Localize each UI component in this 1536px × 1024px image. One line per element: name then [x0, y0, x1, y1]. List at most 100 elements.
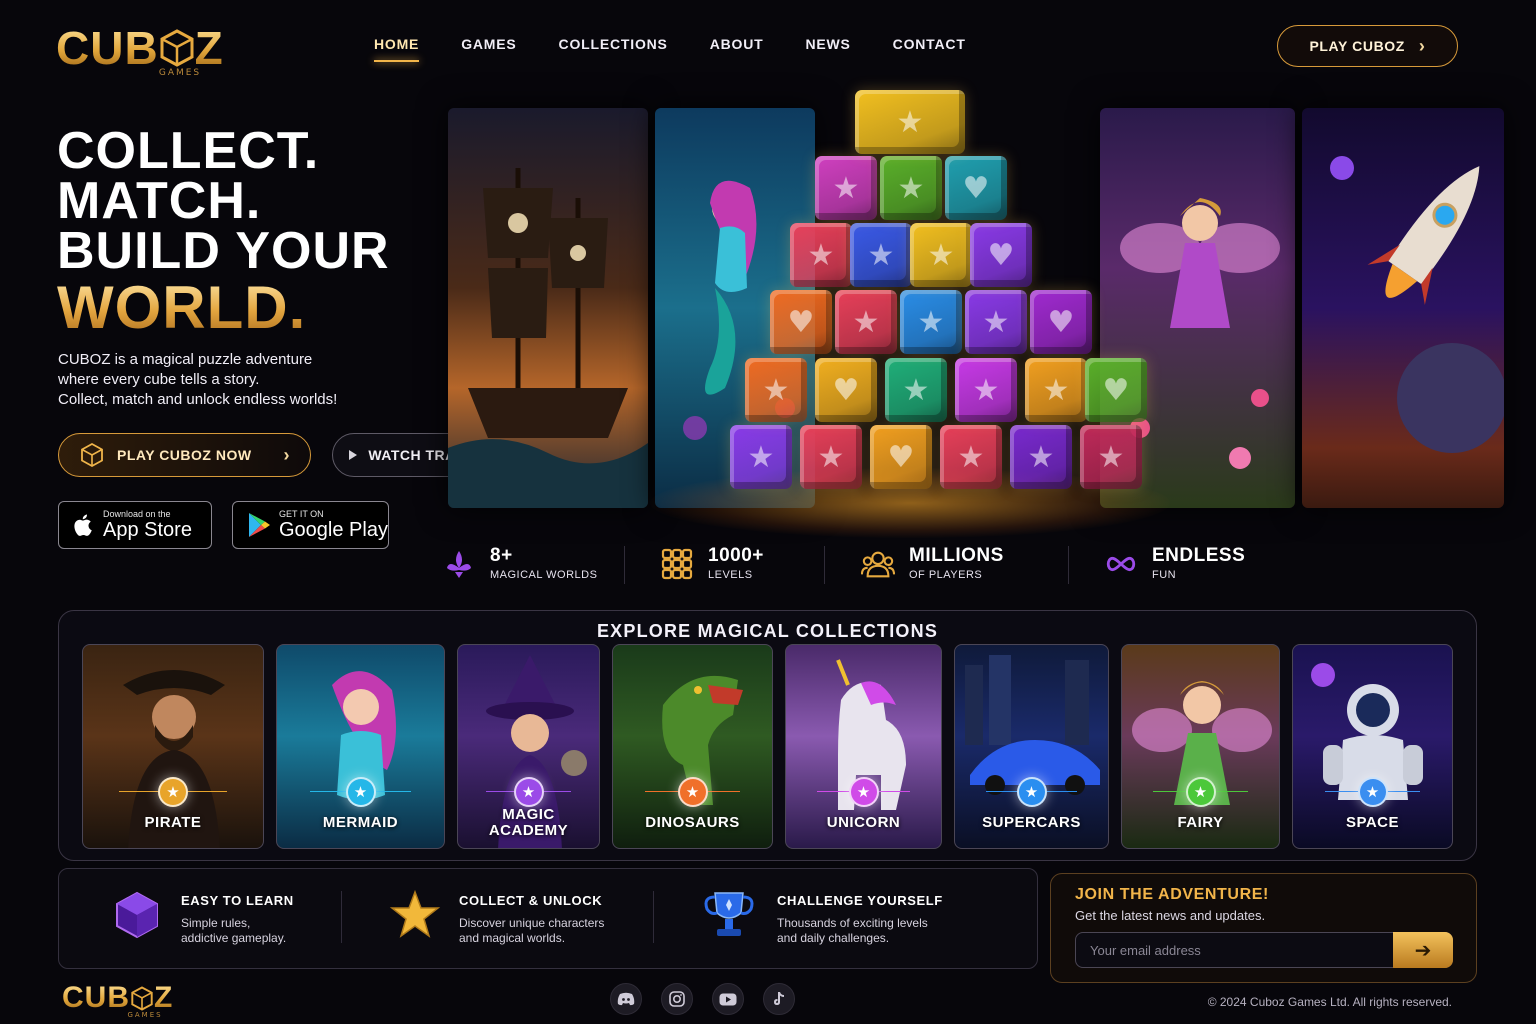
card-label-line-1: MAGIC — [502, 806, 555, 823]
cube-logo-icon — [160, 29, 194, 67]
nav-games[interactable]: GAMES — [461, 36, 516, 62]
tiktok-icon[interactable] — [763, 983, 795, 1015]
copyright-text: © 2024 Cuboz Games Ltd. All rights reser… — [1207, 995, 1452, 1009]
feature-desc-line: Discover unique characters — [459, 916, 605, 930]
play-now-label: PLAY CUBOZ NOW — [117, 447, 252, 463]
google-play-button[interactable]: GET IT ON Google Play — [232, 501, 389, 549]
feature-title: CHALLENGE YOURSELF — [777, 893, 943, 908]
puzzle-cube: ★ — [1010, 425, 1072, 489]
collection-card-dinosaurs[interactable]: ★ DINOSAURS — [612, 644, 773, 849]
card-label: PIRATE — [144, 814, 202, 831]
apple-icon — [74, 514, 92, 536]
feature-collect: COLLECT & UNLOCK Discover unique charact… — [389, 889, 604, 946]
star-badge-icon: ★ — [1185, 777, 1216, 807]
newsletter-panel: JOIN THE ADVENTURE! Get the latest news … — [1050, 873, 1477, 983]
footer-logo[interactable]: CUB Z GAMES — [62, 982, 180, 1019]
brand-name-left: CUB — [62, 981, 130, 1014]
cube-icon — [81, 442, 103, 468]
collection-card-unicorn[interactable]: ★ UNICORN — [785, 644, 942, 849]
collections-title: EXPLORE MAGICAL COLLECTIONS — [596, 621, 939, 641]
card-label: DINOSAURS — [645, 814, 740, 831]
stat-label: OF PLAYERS — [909, 569, 983, 581]
youtube-icon[interactable] — [712, 983, 744, 1015]
hero-description: CUBOZ is a magical puzzle adventure wher… — [58, 350, 418, 410]
star-badge-icon: ★ — [1357, 777, 1388, 807]
header-play-button[interactable]: PLAY CUBOZ › — [1277, 25, 1458, 67]
card-label: SPACE — [1345, 814, 1400, 831]
stat-divider — [824, 546, 825, 584]
nav-contact[interactable]: CONTACT — [893, 36, 966, 62]
hero-title: COLLECT. MATCH. BUILD YOUR WORLD. — [57, 122, 390, 340]
trophy-icon — [704, 892, 754, 936]
cube-tower: ★ ★ ♥ ★ ★ ★ ★ ♥ ★ ★ ★ ♥ ♥ ★ ★ ★ ♥ ★ ★ ★ ♥ ★ ★ ♥ ★ — [440, 88, 1510, 548]
hero-line-1: COLLECT. — [57, 122, 320, 180]
hero-desc-line-3: Collect, match and unlock endless worlds… — [58, 391, 338, 408]
puzzle-cube: ★ — [955, 358, 1017, 422]
cube-logo-icon — [131, 985, 153, 1011]
header-play-label: PLAY CUBOZ — [1309, 38, 1405, 54]
newsletter-submit-button[interactable]: ➔ — [1393, 932, 1453, 968]
puzzle-cube: ★ — [900, 290, 962, 354]
collection-card-magic-academy[interactable]: ★ MAGIC ACADEMY — [457, 644, 600, 849]
puzzle-cube: ★ — [940, 425, 1002, 489]
discord-icon[interactable] — [610, 983, 642, 1015]
star-badge-icon: ★ — [345, 777, 376, 807]
puzzle-cube: ♥ — [870, 425, 932, 489]
hero-desc-line-1: CUBOZ is a magical puzzle adventure — [58, 351, 313, 368]
nav-collections[interactable]: COLLECTIONS — [559, 36, 668, 62]
puzzle-cube: ★ — [885, 358, 947, 422]
stat-label: MAGICAL WORLDS — [490, 569, 598, 581]
social-links — [610, 983, 795, 1015]
collection-card-pirate[interactable]: ★ PIRATE — [82, 644, 264, 849]
nav-home[interactable]: HOME — [374, 36, 420, 62]
card-label: MAGIC ACADEMY — [458, 807, 599, 839]
feature-desc-line: and magical worlds. — [459, 931, 566, 945]
stat-value: 8+ — [490, 545, 513, 566]
collection-card-fairy[interactable]: ★ FAIRY — [1121, 644, 1280, 849]
brand-logo[interactable]: CUB Z GAMES — [56, 24, 276, 84]
puzzle-cube: ♥ — [970, 223, 1032, 287]
nav-news[interactable]: NEWS — [805, 36, 850, 62]
puzzle-cube: ★ — [815, 156, 877, 220]
play-now-button[interactable]: PLAY CUBOZ NOW › — [58, 433, 311, 477]
stat-value: ENDLESS — [1152, 545, 1246, 566]
puzzle-cube: ♥ — [815, 358, 877, 422]
puzzle-cube: ★ — [730, 425, 792, 489]
collection-card-mermaid[interactable]: ★ MERMAID — [276, 644, 445, 849]
puzzle-cube: ★ — [1025, 358, 1087, 422]
brand-name-right: Z — [194, 22, 224, 74]
puzzle-cube: ★ — [855, 90, 965, 154]
feature-desc-line: Simple rules, — [181, 916, 251, 930]
hero-line-2: MATCH. — [57, 172, 262, 230]
star-badge-icon: ★ — [1016, 777, 1047, 807]
stat-worlds: 8+ MAGICAL WORLDS — [442, 546, 597, 581]
stat-levels: 1000+ LEVELS — [660, 546, 764, 581]
google-play-small: GET IT ON — [279, 509, 324, 519]
nav-about[interactable]: ABOUT — [710, 36, 764, 62]
newsletter-subtitle: Get the latest news and updates. — [1075, 908, 1266, 923]
puzzle-cube: ★ — [745, 358, 807, 422]
app-store-big: App Store — [103, 519, 192, 541]
features-panel: EASY TO LEARN Simple rules, addictive ga… — [58, 868, 1038, 969]
instagram-icon[interactable] — [661, 983, 693, 1015]
infinity-icon — [1104, 547, 1138, 581]
puzzle-cube: ★ — [850, 223, 912, 287]
feature-title: EASY TO LEARN — [181, 893, 294, 908]
feature-desc: Simple rules, addictive gameplay. — [181, 916, 294, 946]
puzzle-cube: ♥ — [945, 156, 1007, 220]
collection-card-space[interactable]: ★ SPACE — [1292, 644, 1453, 849]
feature-desc-line: and daily challenges. — [777, 931, 890, 945]
stat-label: FUN — [1152, 569, 1177, 581]
feature-challenge: CHALLENGE YOURSELF Thousands of exciting… — [699, 889, 943, 946]
collection-card-supercars[interactable]: ★ SUPERCARS — [954, 644, 1109, 849]
stat-value: 1000+ — [708, 545, 764, 566]
puzzle-cube: ★ — [965, 290, 1027, 354]
card-label: MERMAID — [322, 814, 399, 831]
app-store-button[interactable]: Download on the App Store — [58, 501, 212, 549]
puzzle-cube: ★ — [800, 425, 862, 489]
gold-star-icon — [389, 889, 441, 938]
puzzle-cube: ★ — [790, 223, 852, 287]
fleur-icon — [442, 547, 476, 581]
card-label: FAIRY — [1177, 814, 1224, 831]
stat-divider — [624, 546, 625, 584]
